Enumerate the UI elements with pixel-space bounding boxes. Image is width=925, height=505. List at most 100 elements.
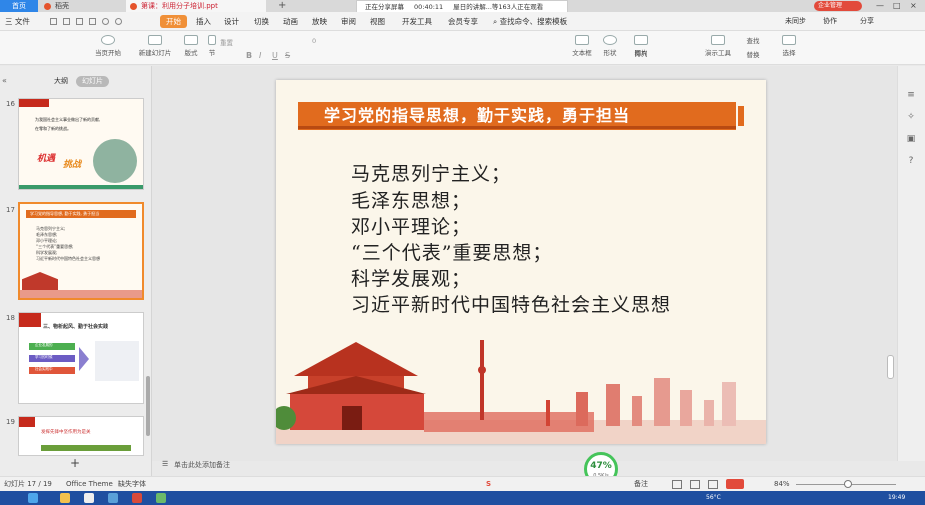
missing-font-indicator[interactable]: 缺失字体	[118, 477, 146, 491]
minimize-button[interactable]: —	[876, 0, 884, 12]
select-button[interactable]: 选择	[776, 35, 802, 57]
menu-insert[interactable]: 插入	[196, 15, 211, 28]
app-icon[interactable]	[156, 493, 166, 503]
export-icon[interactable]	[89, 18, 96, 25]
thumb-footer-strip	[19, 185, 143, 189]
print-icon[interactable]	[63, 18, 70, 25]
windows-taskbar: 56°C 19:49	[0, 491, 925, 505]
menu-slideshow[interactable]: 放映	[312, 15, 327, 28]
slides-tab[interactable]: 幻灯片	[76, 76, 109, 87]
cpu-temperature: 56°C	[706, 494, 721, 501]
new-slide-button[interactable]: 新建幻灯片	[134, 35, 176, 57]
wps-taskbar-icon[interactable]	[132, 493, 142, 503]
notes-toggle[interactable]: 备注	[634, 477, 648, 491]
menu-design[interactable]: 设计	[224, 15, 239, 28]
home-tab[interactable]: 首页	[0, 0, 38, 12]
content-line-5[interactable]: 科学发展观；	[351, 267, 471, 291]
shape-button[interactable]: 形状	[598, 35, 622, 57]
menu-review[interactable]: 审阅	[341, 15, 356, 28]
content-line-2[interactable]: 毛泽东思想；	[351, 189, 471, 213]
thumb-item: 企业发展的	[29, 343, 75, 350]
clock[interactable]: 19:49	[888, 493, 905, 503]
tv-tower-ball	[478, 366, 486, 374]
thumb-photo	[93, 139, 137, 183]
collaborate-button[interactable]: 协作	[823, 15, 837, 28]
maximize-button[interactable]: □	[893, 0, 901, 12]
menu-animation[interactable]: 动画	[283, 15, 298, 28]
content-line-4[interactable]: “三个代表”重要思想；	[351, 241, 552, 265]
section-button[interactable]: 节	[205, 35, 219, 57]
wps-input-icon[interactable]: S	[486, 477, 491, 491]
help-icon[interactable]: ?	[905, 156, 917, 166]
slide-thumbnail-19[interactable]: 发挥先锋中坚作用为是关	[18, 416, 144, 456]
slide-thumbnail-18[interactable]: 三、物析起风、勤于社会实践 企业发展的 学习的时候 社会实践中	[18, 312, 144, 404]
layout-button[interactable]: 版式	[180, 35, 202, 57]
document-tab[interactable]: 第课：利用分子培训.ppt	[126, 0, 266, 12]
slide-sorter-icon[interactable]	[690, 480, 700, 489]
reading-view-icon[interactable]	[708, 480, 718, 489]
slide-number: 16	[6, 100, 15, 108]
start-icon[interactable]	[28, 493, 38, 503]
pin-icon[interactable]: ✧	[905, 112, 917, 122]
share-button[interactable]: 分享	[860, 15, 874, 28]
close-button[interactable]: ×	[910, 0, 917, 12]
menu-transition[interactable]: 切换	[254, 15, 269, 28]
arrange-label: 排列	[634, 50, 648, 58]
outline-tab[interactable]: 大纲	[48, 76, 74, 87]
command-search[interactable]: ⌕ 查找命令、搜索模板	[493, 15, 567, 28]
presentation-tools-button[interactable]: 演示工具	[700, 35, 736, 57]
canvas-scrollbar-thumb[interactable]	[887, 355, 894, 379]
strikethrough-button[interactable]: S	[285, 51, 290, 60]
undo-icon[interactable]	[102, 18, 109, 25]
menu-home[interactable]: 开始	[160, 15, 187, 28]
zoom-level[interactable]: 84%	[774, 477, 790, 491]
current-slide[interactable]: 学习党的指导思想，勤于实践，勇于担当 马克思列宁主义； 毛泽东思想； 邓小平理论…	[276, 80, 766, 444]
font-size-field[interactable]: 0	[312, 37, 316, 45]
menu-file[interactable]: 三 文件	[5, 15, 30, 28]
slide-thumbnail-17[interactable]: 学习党的指导思想, 勤于实践, 勇于担当 马克思列宁主义; 毛泽东思想; 邓小平…	[18, 202, 144, 300]
settings-icon[interactable]: ≡	[905, 90, 917, 100]
bold-button[interactable]: B	[246, 51, 252, 60]
zoom-slider-handle[interactable]	[844, 480, 852, 488]
menu-member[interactable]: 会员专享	[448, 15, 478, 28]
thumbnail-scrollbar[interactable]	[146, 376, 150, 436]
docer-tab[interactable]: 稻壳	[44, 0, 69, 12]
textbox-button[interactable]: 文本框	[568, 35, 596, 57]
play-slideshow-button[interactable]	[726, 479, 744, 489]
section-icon	[208, 35, 216, 45]
find-button[interactable]: 查找	[740, 35, 766, 45]
underline-button[interactable]: U	[272, 51, 278, 60]
user-account-badge[interactable]: 企业管理	[814, 1, 862, 11]
new-tab-button[interactable]: +	[278, 0, 286, 12]
collapse-panel-icon[interactable]: «	[2, 76, 7, 85]
home-icon[interactable]	[84, 493, 94, 503]
app-icon[interactable]	[108, 493, 118, 503]
select-label: 选择	[782, 49, 796, 57]
menu-view[interactable]: 视图	[370, 15, 385, 28]
start-current-button[interactable]: 当页开始	[90, 35, 126, 57]
content-line-6[interactable]: 习近平新时代中国特色社会主义思想	[351, 293, 671, 317]
normal-view-icon[interactable]	[672, 480, 682, 489]
save-icon[interactable]	[50, 18, 57, 25]
new-slide-label: 新建幻灯片	[138, 49, 172, 57]
slide-title[interactable]: 学习党的指导思想，勤于实践，勇于担当	[324, 106, 630, 126]
file-explorer-icon[interactable]	[60, 493, 70, 503]
sync-status[interactable]: 未同步	[785, 15, 806, 28]
replace-button[interactable]: 替换	[740, 49, 766, 59]
add-slide-button[interactable]: +	[70, 456, 80, 470]
layers-icon[interactable]: ▣	[905, 134, 917, 144]
italic-button[interactable]: I	[259, 51, 261, 60]
notes-placeholder[interactable]: 单击此处添加备注	[174, 460, 230, 470]
building	[722, 382, 736, 426]
presentation-tools-icon	[711, 35, 725, 45]
city-band	[424, 412, 594, 432]
slide-thumbnail-16[interactable]: 为我国社会主义事业做出了新的贡献, 在零和了新的挑战。 机遇 挑战	[18, 98, 144, 190]
reset-button[interactable]: 重置	[220, 37, 233, 47]
redo-icon[interactable]	[115, 18, 122, 25]
arrange-button[interactable]: 排列	[627, 48, 655, 58]
preview-icon[interactable]	[76, 18, 83, 25]
content-line-1[interactable]: 马克思列宁主义；	[351, 162, 511, 186]
menu-developer[interactable]: 开发工具	[402, 15, 432, 28]
content-line-3[interactable]: 邓小平理论；	[351, 215, 471, 239]
notes-pane[interactable]: ☰ 单击此处添加备注	[152, 458, 897, 472]
